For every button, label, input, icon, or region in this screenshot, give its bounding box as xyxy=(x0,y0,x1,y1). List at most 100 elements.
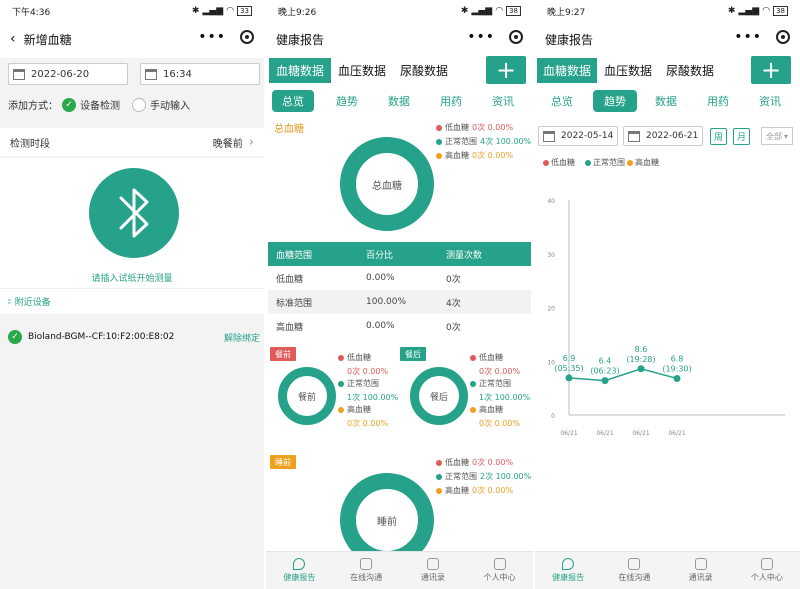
range-select[interactable]: 全部 ▾ xyxy=(761,127,793,145)
tab-online-chat[interactable]: 在线沟通 xyxy=(333,552,400,589)
time-field[interactable]: 16:34 xyxy=(140,63,260,85)
method-manual-label[interactable]: 手动输入 xyxy=(150,97,190,112)
tab-blood-pressure-data[interactable]: 血压数据 xyxy=(597,58,659,83)
series-line xyxy=(568,367,678,382)
bluetooth-button[interactable] xyxy=(89,168,179,258)
subtab-data[interactable]: 数据 xyxy=(645,90,687,112)
legend-dot xyxy=(470,354,476,361)
subtab-medication[interactable]: 用药 xyxy=(430,90,472,112)
tab-glucose-data[interactable]: 血糖数据 xyxy=(269,58,331,83)
radio-unchecked-icon[interactable] xyxy=(132,97,146,112)
bluetooth-status-icon: ✱ xyxy=(727,6,736,16)
legend-dot xyxy=(338,354,344,361)
subtab-trend[interactable]: 趋势 xyxy=(593,90,637,112)
tab-label: 在线沟通 xyxy=(350,573,383,582)
subtab-data[interactable]: 数据 xyxy=(378,90,420,112)
data-time-label: (06:23) xyxy=(590,367,619,376)
legend-item: 低血糖 0次 0.00% xyxy=(436,122,513,133)
tab-profile[interactable]: 个人中心 xyxy=(734,552,800,589)
donut-before-meal: 餐前 xyxy=(278,367,336,425)
donut-after-meal: 餐后 xyxy=(410,367,468,425)
legend-name: 低血糖 xyxy=(347,353,371,362)
battery-icon: 38 xyxy=(506,6,521,16)
month-button[interactable]: 月 xyxy=(733,128,750,145)
legend-name: 低血糖 xyxy=(445,123,469,132)
period-row[interactable]: 检测时段 晚餐前 › xyxy=(0,128,264,156)
date-field[interactable]: 2022-06-20 xyxy=(8,63,128,85)
close-target-icon[interactable] xyxy=(776,30,790,44)
connected-check-icon: ✓ xyxy=(8,330,22,344)
legend-value: 0次 0.00% xyxy=(472,486,514,495)
legend-value: 1次 100.00% xyxy=(479,393,531,402)
date-value: 2022-06-20 xyxy=(31,68,90,80)
legend-name: 正常范围 xyxy=(445,137,477,146)
signal-icon: ▂▄▆ xyxy=(202,6,224,16)
tab-online-chat[interactable]: 在线沟通 xyxy=(601,552,667,589)
legend-name: 高血糖 xyxy=(445,151,469,160)
tab-blood-pressure-data[interactable]: 血压数据 xyxy=(331,58,393,83)
tab-uric-acid-data[interactable]: 尿酸数据 xyxy=(393,58,455,83)
more-icon[interactable]: ••• xyxy=(467,29,495,45)
unbind-button[interactable]: 解除绑定 xyxy=(224,331,260,344)
tab-profile[interactable]: 个人中心 xyxy=(466,552,533,589)
subtab-trend[interactable]: 趋势 xyxy=(326,90,368,112)
start-date-value: 2022-05-14 xyxy=(561,131,614,141)
tab-uric-acid-data[interactable]: 尿酸数据 xyxy=(659,58,721,83)
tab-label: 个人中心 xyxy=(750,573,783,582)
bottom-tab-bar: 健康报告 在线沟通 通讯录 个人中心 xyxy=(266,551,533,589)
add-record-button[interactable]: + xyxy=(486,56,526,84)
x-tick-label: 06/21 xyxy=(668,430,685,437)
more-icon[interactable]: ••• xyxy=(734,29,762,45)
legend-value: 1次 100.00% xyxy=(347,393,399,402)
add-record-button[interactable]: + xyxy=(751,56,791,84)
nav-bar: 健康报告 ••• xyxy=(266,22,533,56)
legend-dot xyxy=(436,124,442,131)
legend-value: 2次 100.00% xyxy=(480,472,532,481)
table-header: 血糖范围 xyxy=(268,242,358,266)
table-row: 高血糖 0.00% 0次 xyxy=(268,314,531,338)
status-bar: 晚上9:26 ✱ ▂▄▆ ◠ 38 xyxy=(266,0,533,22)
tab-label: 通讯录 xyxy=(420,573,445,582)
subtab-news[interactable]: 资讯 xyxy=(749,90,791,112)
close-target-icon[interactable] xyxy=(240,30,254,44)
legend-item: 高血糖 xyxy=(627,157,659,168)
subtab-medication[interactable]: 用药 xyxy=(697,90,739,112)
nav-bar: ‹ 新增血糖 ••• xyxy=(0,22,264,56)
back-arrow-icon[interactable]: ‹ xyxy=(10,31,16,47)
subtab-overview[interactable]: 总览 xyxy=(272,90,314,112)
end-date-field[interactable]: 2022-06-21 xyxy=(623,126,703,146)
tag-before-meal: 餐前 xyxy=(270,347,296,361)
subtab-overview[interactable]: 总览 xyxy=(541,90,583,112)
chat-icon xyxy=(628,558,641,570)
tab-health-report[interactable]: 健康报告 xyxy=(535,552,601,589)
mini-program-capsule: ••• xyxy=(467,29,523,45)
legend-item: 低血糖 0次 0.00% xyxy=(470,352,533,377)
more-icon[interactable]: ••• xyxy=(198,29,226,45)
tab-health-report[interactable]: 健康报告 xyxy=(266,552,333,589)
table-row: 低血糖 0.00% 0次 xyxy=(268,266,531,290)
status-icons: ✱ ▂▄▆ ◠ 33 xyxy=(192,6,252,16)
data-label: 6.9 xyxy=(563,354,576,363)
nav-bar: 健康报告 ••• xyxy=(535,22,800,56)
tab-glucose-data[interactable]: 血糖数据 xyxy=(537,58,597,83)
start-date-field[interactable]: 2022-05-14 xyxy=(538,126,618,146)
check-icon[interactable]: ✓ xyxy=(62,97,76,112)
close-target-icon[interactable] xyxy=(509,30,523,44)
battery-icon: 38 xyxy=(773,6,788,16)
page-title: 健康报告 xyxy=(545,32,594,47)
legend-dot xyxy=(436,138,442,145)
tab-contacts[interactable]: 通讯录 xyxy=(668,552,734,589)
legend-value: 0次 0.00% xyxy=(479,419,521,428)
method-device-label[interactable]: 设备检测 xyxy=(80,97,120,112)
home-icon xyxy=(694,558,707,570)
device-row[interactable]: ✓ Bioland-BGM--CF:10:F2:00:E8:02 解除绑定 xyxy=(8,330,260,344)
donut-total-label: 总血糖 xyxy=(372,180,402,192)
add-method-label: 添加方式： xyxy=(8,101,58,112)
subtab-news[interactable]: 资讯 xyxy=(482,90,524,112)
week-button[interactable]: 周 xyxy=(710,128,727,145)
legend-dot xyxy=(338,406,344,413)
data-point xyxy=(565,374,573,382)
bluetooth-status-icon: ✱ xyxy=(191,6,200,16)
legend-dot xyxy=(436,487,442,494)
tab-contacts[interactable]: 通讯录 xyxy=(400,552,467,589)
